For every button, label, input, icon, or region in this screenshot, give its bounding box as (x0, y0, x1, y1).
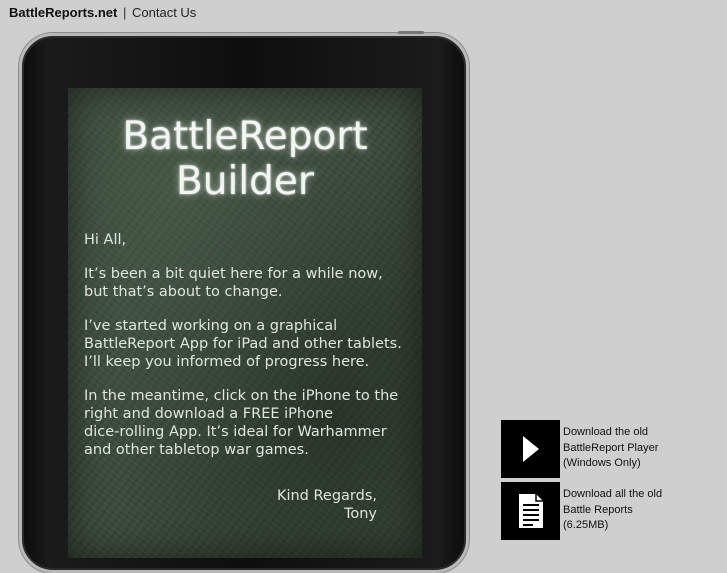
greeting: Hi All, (84, 232, 127, 248)
top-navigation: BattleReports.net | Contact Us (9, 5, 196, 20)
document-icon[interactable] (501, 482, 560, 540)
ipad-hardware-button (398, 31, 424, 34)
download-reports-item[interactable]: Download all the old Battle Reports (6.2… (501, 482, 721, 540)
nav-separator: | (122, 5, 127, 20)
signoff: Kind Regards, Tony (276, 488, 377, 522)
paragraph-app: I’ve started working on a graphical Batt… (84, 318, 402, 370)
app-title-line-2: Builder (176, 159, 314, 204)
paragraph-iphone: In the meantime, click on the iPhone to … (84, 388, 399, 458)
play-icon[interactable] (501, 420, 560, 478)
brand-link[interactable]: BattleReports.net (9, 5, 117, 20)
announcement-text: Hi All, It’s been a bit quiet here for a… (84, 231, 414, 475)
download-player-link[interactable]: Download the old BattleReport Player (Wi… (563, 425, 723, 472)
ipad-screen: BattleReport Builder Hi All, It’s been a… (68, 88, 422, 558)
paragraph-quiet: It’s been a bit quiet here for a while n… (84, 266, 383, 300)
app-title-line-1: BattleReport (122, 114, 368, 159)
download-player-item[interactable]: Download the old BattleReport Player (Wi… (501, 420, 721, 478)
contact-us-link[interactable]: Contact Us (132, 5, 196, 20)
download-reports-link[interactable]: Download all the old Battle Reports (6.2… (563, 487, 723, 534)
app-title: BattleReport Builder (68, 114, 422, 204)
